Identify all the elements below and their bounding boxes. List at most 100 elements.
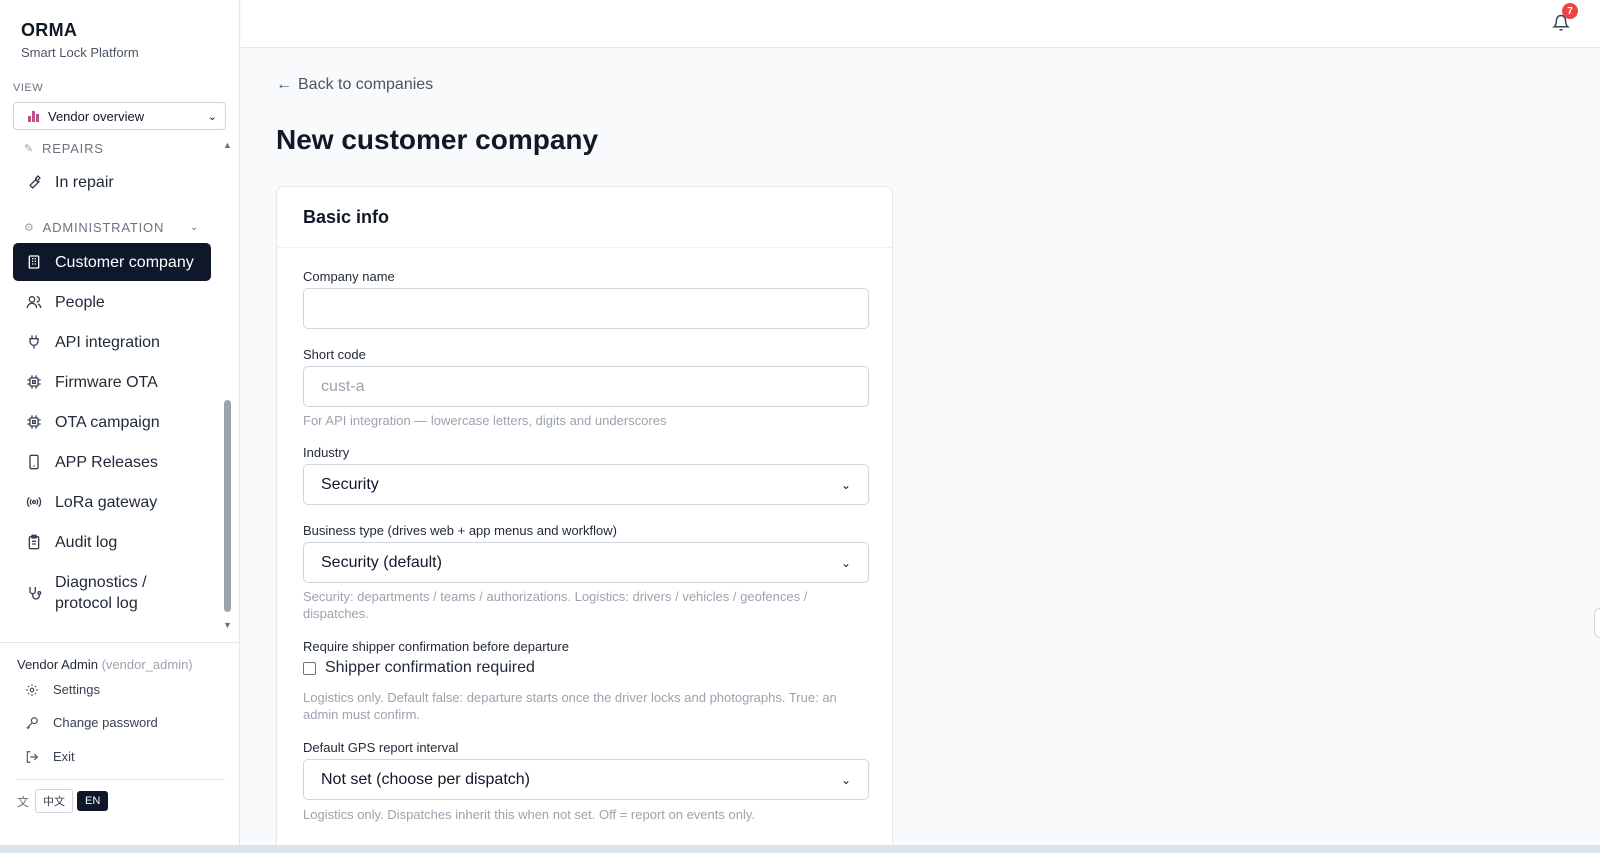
sidebar-item-label: OTA campaign xyxy=(55,413,160,431)
view-select-value: Vendor overview xyxy=(48,108,145,124)
sidebar-item-label: Firmware OTA xyxy=(55,373,158,391)
change-password-link[interactable]: Change password xyxy=(25,715,158,730)
shipper-label: Require shipper confirmation before depa… xyxy=(303,639,569,654)
business-type-select[interactable]: Security (default) ⌄ xyxy=(303,542,869,583)
gps-interval-select[interactable]: Not set (choose per dispatch) ⌄ xyxy=(303,759,869,800)
sidebar-item-label-line2: protocol log xyxy=(55,595,138,612)
sidebar-item-customer-company[interactable]: Customer company xyxy=(13,243,211,281)
sidebar-item-label-group: Diagnostics / protocol log xyxy=(55,572,147,614)
shipper-checkbox-row[interactable]: Shipper confirmation required xyxy=(303,659,535,677)
section-header-repairs: ✎ REPAIRS xyxy=(24,141,104,156)
sidebar-item-diagnostics[interactable]: Diagnostics / protocol log xyxy=(13,570,211,616)
business-type-label: Business type (drives web + app menus an… xyxy=(303,523,617,538)
user-role: (vendor_admin) xyxy=(101,657,193,672)
notification-badge: 7 xyxy=(1562,3,1578,19)
nav-scroll-area[interactable]: ✎ REPAIRS In repair ⚙ ADMINISTRATION ⌄ C… xyxy=(0,136,240,642)
sidebar-item-label: APP Releases xyxy=(55,453,158,471)
plug-icon xyxy=(25,333,43,351)
side-panel-handle[interactable] xyxy=(1594,608,1600,638)
exit-icon xyxy=(25,750,41,764)
sidebar-item-lora-gateway[interactable]: LoRa gateway xyxy=(13,490,211,514)
stethoscope-icon xyxy=(25,584,43,602)
sidebar-item-label: Customer company xyxy=(55,253,194,271)
sidebar-item-people[interactable]: People xyxy=(13,290,211,314)
shipper-hint: Logistics only. Default false: departure… xyxy=(303,690,837,722)
card-title: Basic info xyxy=(277,187,892,248)
business-type-value: Security (default) xyxy=(321,553,442,571)
sidebar-item-in-repair[interactable]: In repair xyxy=(13,170,211,194)
brand-title: ORMA xyxy=(21,20,78,40)
user-name: Vendor Admin xyxy=(17,657,98,672)
back-link-label: Back to companies xyxy=(298,76,434,93)
short-code-input[interactable]: cust-a xyxy=(303,366,869,407)
section-header-administration[interactable]: ⚙ ADMINISTRATION ⌄ xyxy=(24,220,198,235)
gps-interval-hint: Logistics only. Dispatches inherit this … xyxy=(303,807,755,822)
company-name-input[interactable] xyxy=(303,288,869,329)
business-type-hint: Security: departments / teams / authoriz… xyxy=(303,589,808,621)
chip-icon xyxy=(25,373,43,391)
short-code-placeholder: cust-a xyxy=(321,377,365,395)
chevron-down-icon: ⌄ xyxy=(840,772,851,787)
exit-label: Exit xyxy=(53,749,75,764)
sidebar-item-label: Audit log xyxy=(55,533,118,551)
page-title: New customer company xyxy=(276,124,599,155)
bar-chart-icon xyxy=(28,110,42,122)
current-user: Vendor Admin (vendor_admin) xyxy=(17,657,193,672)
brand: ORMA Smart Lock Platform xyxy=(21,20,139,60)
bottom-strip xyxy=(0,845,1600,853)
sidebar-item-firmware-ota[interactable]: Firmware OTA xyxy=(13,370,211,394)
scrollbar-thumb[interactable] xyxy=(224,400,231,612)
sidebar-item-label: LoRa gateway xyxy=(55,493,158,511)
sidebar-scrollbar[interactable]: ▲ ▼ xyxy=(223,140,233,630)
brand-subtitle: Smart Lock Platform xyxy=(21,45,139,60)
section-label: REPAIRS xyxy=(42,141,104,156)
wrench-small-icon: ✎ xyxy=(24,143,35,155)
language-en-button[interactable]: EN xyxy=(77,791,109,811)
language-switcher: 文 中文 EN xyxy=(17,789,109,813)
chip-icon xyxy=(25,413,43,431)
divider xyxy=(17,779,225,780)
view-label: VIEW xyxy=(13,82,44,94)
gps-interval-label: Default GPS report interval xyxy=(303,740,459,755)
sidebar-item-app-releases[interactable]: APP Releases xyxy=(13,450,211,474)
gear-icon xyxy=(25,683,41,697)
industry-label: Industry xyxy=(303,445,350,460)
sidebar-item-api-integration[interactable]: API integration xyxy=(13,330,211,354)
chevron-down-icon: ⌄ xyxy=(190,222,200,233)
exit-link[interactable]: Exit xyxy=(25,749,75,764)
industry-select[interactable]: Security ⌄ xyxy=(303,464,869,505)
people-icon xyxy=(25,293,43,311)
sidebar: ORMA Smart Lock Platform VIEW Vendor ove… xyxy=(0,0,240,853)
back-to-companies-link[interactable]: ← Back to companies xyxy=(276,76,433,94)
company-name-label: Company name xyxy=(303,269,395,284)
industry-value: Security xyxy=(321,475,379,493)
scroll-down-arrow-icon[interactable]: ▼ xyxy=(223,620,232,630)
sidebar-item-label: Diagnostics / xyxy=(55,574,147,591)
chevron-down-icon: ⌄ xyxy=(207,110,217,123)
view-select[interactable]: Vendor overview ⌄ xyxy=(13,102,226,130)
short-code-hint: For API integration — lowercase letters,… xyxy=(303,413,667,428)
shipper-checkbox-label: Shipper confirmation required xyxy=(325,659,535,676)
chevron-down-icon: ⌄ xyxy=(840,555,851,570)
phone-icon xyxy=(25,453,43,471)
sidebar-item-label: In repair xyxy=(55,173,114,191)
radio-icon xyxy=(25,493,43,511)
settings-link[interactable]: Settings xyxy=(25,682,100,697)
shipper-checkbox[interactable] xyxy=(303,661,316,675)
gear-small-icon: ⚙ xyxy=(24,222,35,234)
settings-label: Settings xyxy=(53,682,100,697)
sidebar-footer: Vendor Admin (vendor_admin) Settings Cha… xyxy=(0,642,240,853)
clipboard-icon xyxy=(25,533,43,551)
short-code-label: Short code xyxy=(303,347,366,362)
sidebar-item-audit-log[interactable]: Audit log xyxy=(13,530,211,554)
key-icon xyxy=(25,716,41,730)
scroll-up-arrow-icon[interactable]: ▲ xyxy=(223,140,232,150)
language-zh-button[interactable]: 中文 xyxy=(35,789,74,813)
sidebar-item-label: People xyxy=(55,293,105,311)
change-password-label: Change password xyxy=(53,715,158,730)
basic-info-card: Basic info Company name Short code cust-… xyxy=(276,186,893,853)
translate-icon: 文 xyxy=(17,794,30,809)
sidebar-item-label: API integration xyxy=(55,333,160,351)
sidebar-item-ota-campaign[interactable]: OTA campaign xyxy=(13,410,211,434)
section-label: ADMINISTRATION xyxy=(42,220,165,235)
